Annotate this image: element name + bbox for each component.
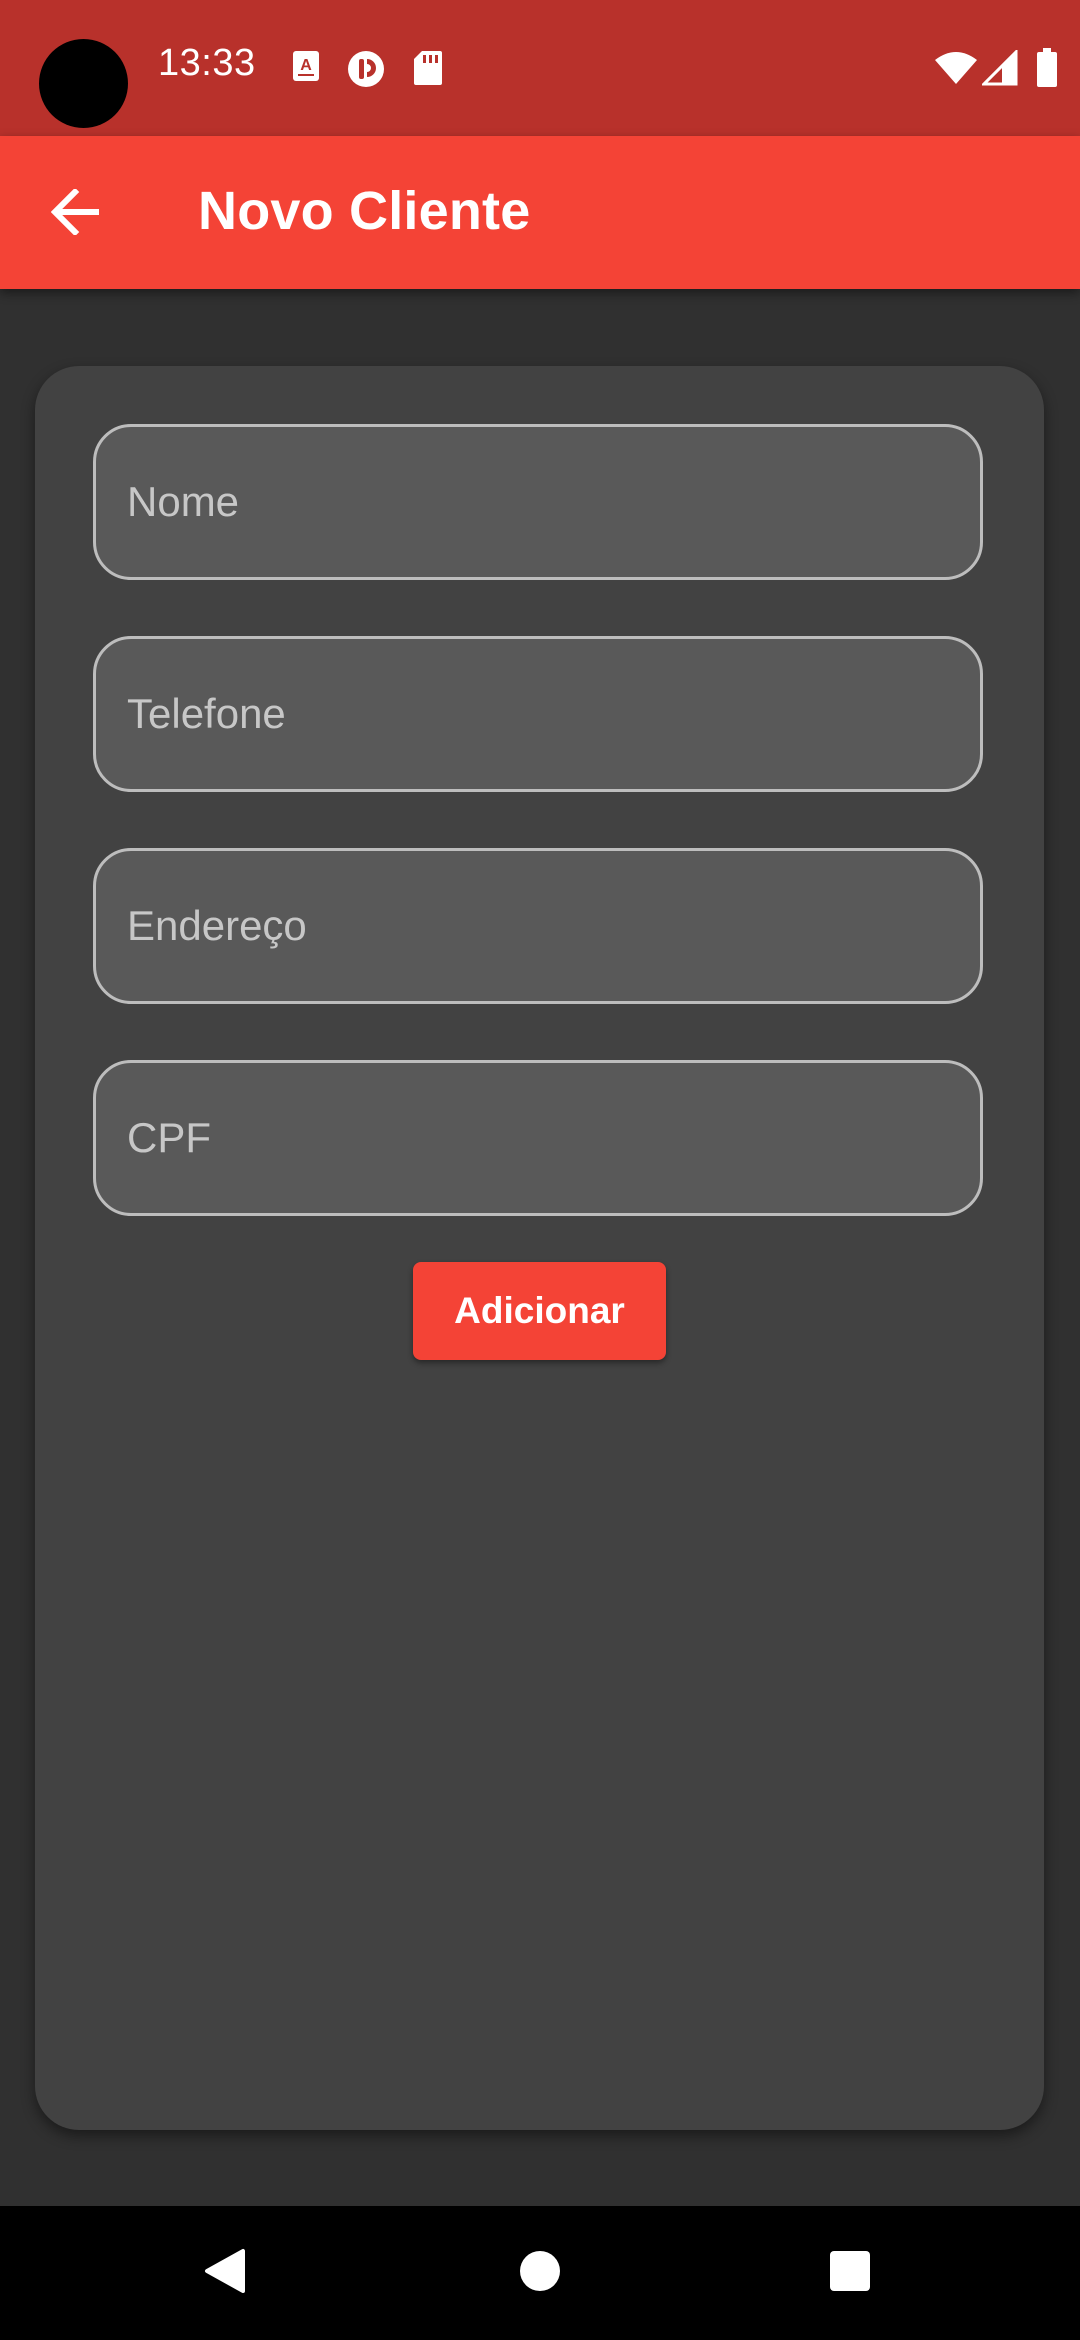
phone-field[interactable] xyxy=(93,636,983,792)
phone-input[interactable] xyxy=(96,639,980,789)
home-circle-icon xyxy=(519,2250,561,2297)
name-field[interactable] xyxy=(93,424,983,580)
navigation-bar xyxy=(0,2206,1080,2340)
nav-recents-button[interactable] xyxy=(790,2206,910,2340)
cpf-input[interactable] xyxy=(96,1063,980,1213)
status-bar: 13:33 A xyxy=(0,0,1080,136)
recents-square-icon xyxy=(829,2250,871,2297)
app-bar: Novo Cliente xyxy=(0,136,1080,289)
text-a-icon: A xyxy=(292,50,320,86)
add-button[interactable]: Adicionar xyxy=(413,1262,666,1360)
cpf-field[interactable] xyxy=(93,1060,983,1216)
wifi-icon xyxy=(934,50,978,86)
screen: 13:33 A Novo Cliente Nome Telefone Ender… xyxy=(0,0,1080,2340)
back-triangle-icon xyxy=(203,2248,247,2299)
nav-back-button[interactable] xyxy=(165,2206,285,2340)
name-input[interactable] xyxy=(96,427,980,577)
sd-card-icon xyxy=(413,50,443,86)
page-title: Novo Cliente xyxy=(198,181,531,241)
address-field[interactable] xyxy=(93,848,983,1004)
arrow-back-icon xyxy=(50,187,101,240)
status-time: 13:33 xyxy=(158,42,256,84)
address-input[interactable] xyxy=(96,851,980,1001)
battery-icon xyxy=(1036,48,1058,87)
cellular-signal-icon xyxy=(982,50,1018,86)
pocket-casts-icon xyxy=(347,50,385,87)
back-button[interactable] xyxy=(34,172,118,256)
svg-text:A: A xyxy=(300,57,312,74)
nav-home-button[interactable] xyxy=(480,2206,600,2340)
form-card: Adicionar xyxy=(35,366,1044,2130)
camera-cutout xyxy=(39,39,128,128)
